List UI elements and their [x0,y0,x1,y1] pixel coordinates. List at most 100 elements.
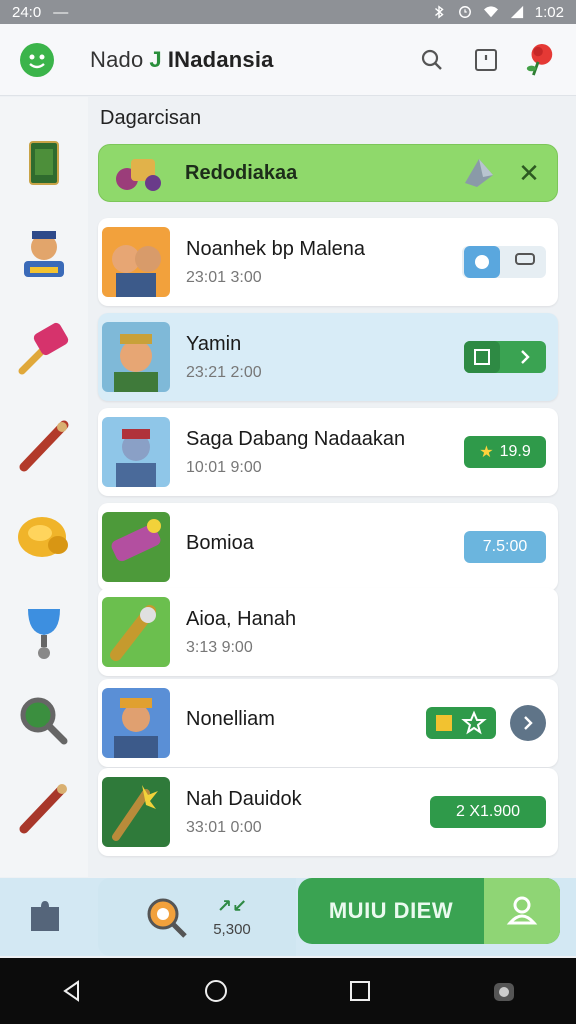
rose-button[interactable] [524,43,556,76]
magnifier-icon [20,697,68,745]
section-title: Dagarcisan [100,107,202,129]
app-title-part2: INadansia [167,46,274,72]
pin-icon[interactable] [459,153,499,193]
search-button[interactable] [416,44,448,76]
status-bar: 24:0 — 1:02 [0,0,576,24]
rail-item-heroes[interactable] [14,225,74,285]
item-thumbnail [102,688,170,758]
item-thumbnail [102,322,170,392]
featured-gems-icon [116,159,161,191]
rail-item-hammer[interactable] [14,319,74,379]
search-icon [421,49,442,70]
item-thumbnail [102,417,170,487]
rating-badge: ★ 19.9 [464,436,546,468]
rail-item-dagger[interactable] [14,777,74,837]
item-name: Nah Dauidok [186,787,302,810]
featured-title: Redodiakaa [185,161,298,184]
puzzle-icon [31,901,59,931]
item-name: Yamin [186,332,242,355]
chevron-right-icon [524,716,533,730]
item-actions[interactable] [462,246,546,278]
app-title-part1: Nado [90,46,144,72]
rail-item-sword[interactable] [14,415,74,475]
favorite-button[interactable] [426,707,496,739]
status-time-right: 1:02 [534,3,564,21]
hero-group-icon [24,231,64,277]
tab-home[interactable] [10,878,80,956]
alarm-icon [458,6,471,18]
item-thumbnail [102,777,170,847]
item-name: Aioa, Hanah [186,607,297,630]
rail-item-cards[interactable] [14,133,74,193]
info-square-icon [475,48,497,71]
list-item[interactable]: Saga Dabang Nadaakan 10:01 9:00 ★ 19.9 [98,408,558,496]
price-badge[interactable]: 7.5:00 [464,531,546,563]
bluetooth-icon [434,5,444,19]
item-name: Nonelliam [186,707,275,730]
home-circle-icon [205,980,227,1002]
trophy-icon [28,609,60,659]
hammer-icon [18,322,69,375]
rewards-arrows-icon: ↗↙ [216,896,248,916]
profile-button[interactable] [484,878,560,944]
rewards-count: 5,300 [213,921,251,938]
rail-item-trophy[interactable] [14,603,74,663]
item-name: Noanhek bp Malena [186,237,366,260]
primary-action-button[interactable]: MUIU DIEW [298,878,560,944]
favorite-star-icon [436,710,487,735]
user-bell-icon [506,896,538,925]
item-name: Saga Dabang Nadaakan [186,427,406,450]
nav-recents-button[interactable] [340,971,380,1011]
tab-rewards[interactable]: ↗↙ 5,300 [98,878,296,956]
camera-toggle-icon [464,246,535,278]
nav-extra-button[interactable] [484,971,524,1011]
item-name: Bomioa [186,531,254,554]
card-icon [29,141,59,185]
nav-home-button[interactable] [196,971,236,1011]
item-time: 23:21 2:00 [186,363,262,381]
item-open-button[interactable] [464,341,546,373]
system-nav-bar [0,958,576,1024]
rating-value: 19.9 [499,443,531,460]
list-item-selected[interactable]: Yamin 23:21 2:00 [98,313,558,401]
item-time: 23:01 3:00 [186,268,262,286]
featured-banner[interactable]: Redodiakaa ✕ [98,144,558,202]
nav-back-button[interactable] [52,971,92,1011]
rail-item-gold[interactable] [14,507,74,567]
list-item[interactable]: Bomioa 7.5:00 [98,503,558,591]
bottom-bar: ↗↙ 5,300 MUIU DIEW [0,878,576,956]
item-time: 33:01 0:00 [186,818,262,836]
item-thumbnail [102,512,170,582]
list-item[interactable]: Nonelliam [98,679,558,767]
app-bar: Nado J INadansia [0,24,576,96]
app-logo-icon[interactable] [20,42,54,77]
item-thumbnail [102,227,170,297]
list-item[interactable]: Nah Dauidok 33:01 0:00 2 X1.900 [98,768,558,856]
dagger-icon [19,784,67,834]
list-item[interactable]: Aioa, Hanah 3:13 9:00 [98,588,558,676]
app-title: Nado J INadansia [90,47,274,73]
item-thumbnail [102,597,170,667]
item-time: 3:13 9:00 [186,638,253,656]
recents-square-icon [350,981,370,1001]
rose-icon [526,43,553,76]
sword-icon [19,420,69,472]
value-amount: 2 X1.900 [455,803,521,820]
rail-item-search[interactable] [14,691,74,751]
info-button[interactable] [470,44,502,76]
primary-action-label: MUIU DIEW [328,898,454,923]
open-chevron-icon [464,341,530,373]
medal-icon [147,898,187,938]
gold-helmet-icon [18,517,68,557]
value-badge[interactable]: 2 X1.900 [430,796,546,828]
status-time-left: 24:0 [12,3,42,21]
next-button[interactable] [510,705,546,741]
app-title-separator: J [149,46,162,72]
notification-dash-icon: — [53,3,69,21]
price-value: 7.5:00 [482,538,528,555]
item-time: 10:01 9:00 [186,458,262,476]
close-icon[interactable]: ✕ [517,158,541,188]
list-item[interactable]: Noanhek bp Malena 23:01 3:00 [98,218,558,306]
star-icon: ★ [479,444,494,461]
back-triangle-icon [63,980,79,1002]
